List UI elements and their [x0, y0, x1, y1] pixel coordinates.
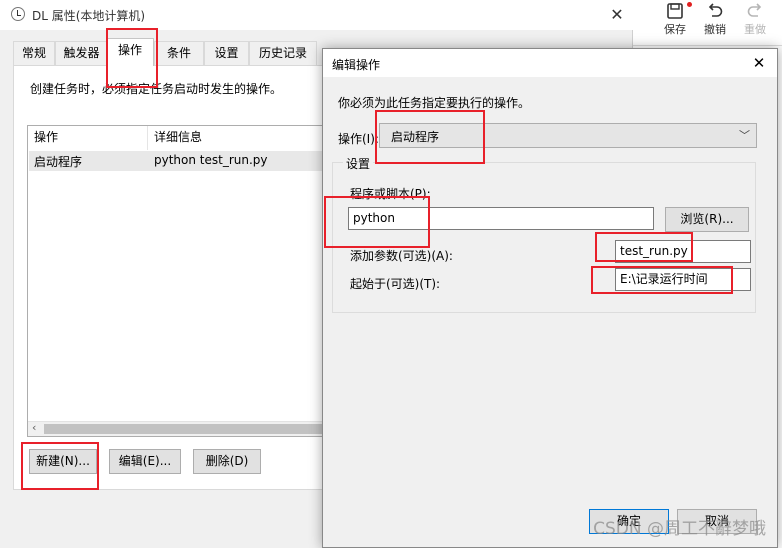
edit-action-dialog: 编辑操作 ✕ 你必须为此任务指定要执行的操作。 操作(I): 启动程序 ﹀ 设置… — [322, 48, 778, 548]
undo-button[interactable]: 撤销 — [695, 2, 735, 37]
tab-triggers[interactable]: 触发器 — [55, 41, 108, 65]
row-detail-cell: python test_run.py — [154, 153, 268, 167]
window-titlebar: DL 属性(本地计算机) ✕ — [0, 0, 633, 30]
dialog-description: 你必须为此任务指定要执行的操作。 — [338, 96, 531, 110]
save-label: 保存 — [664, 23, 686, 36]
program-label: 程序或脚本(P): — [350, 187, 431, 201]
action-label: 操作(I): — [338, 132, 379, 146]
editor-toolbar: 保存 撤销 重做 — [632, 0, 782, 46]
horizontal-scrollbar[interactable]: ‹ — [28, 421, 330, 436]
clock-icon — [11, 7, 25, 21]
chevron-down-icon: ﹀ — [739, 129, 750, 142]
row-action-cell: 启动程序 — [34, 155, 83, 169]
action-select-value: 启动程序 — [391, 130, 440, 144]
edit-action-button[interactable]: 编辑(E)... — [109, 449, 181, 474]
scrollbar-thumb[interactable] — [44, 424, 330, 434]
program-input[interactable]: python — [348, 207, 654, 230]
dialog-title: 编辑操作 — [332, 58, 381, 72]
dialog-titlebar: 编辑操作 ✕ — [323, 49, 777, 77]
column-header-detail[interactable]: 详细信息 — [148, 126, 330, 150]
tab-general[interactable]: 常规 — [13, 41, 55, 65]
actions-list[interactable]: 操作 详细信息 启动程序 python test_run.py ‹ — [27, 125, 331, 437]
new-action-button[interactable]: 新建(N)... — [29, 449, 97, 474]
tab-history[interactable]: 历史记录 — [249, 41, 317, 65]
start-in-input[interactable]: E:\记录运行时间 — [615, 268, 751, 291]
start-in-label: 起始于(可选)(T): — [350, 277, 441, 291]
arguments-input[interactable]: test_run.py — [615, 240, 751, 263]
delete-action-button[interactable]: 删除(D) — [193, 449, 261, 474]
arguments-label: 添加参数(可选)(A): — [350, 249, 453, 263]
scroll-left-icon[interactable]: ‹ — [32, 421, 36, 434]
tab-conditions[interactable]: 条件 — [154, 41, 204, 65]
close-icon[interactable]: ✕ — [749, 53, 769, 73]
browse-button[interactable]: 浏览(R)... — [665, 207, 749, 232]
watermark: CSDN @周工不辭梦哦 — [593, 519, 766, 539]
actions-description: 创建任务时，必须指定任务启动时发生的操作。 — [30, 82, 283, 96]
column-header-action[interactable]: 操作 — [28, 126, 148, 150]
tab-settings[interactable]: 设置 — [204, 41, 249, 65]
redo-icon — [747, 3, 762, 17]
action-select[interactable]: 启动程序 ﹀ — [379, 123, 757, 148]
close-icon[interactable]: ✕ — [608, 6, 626, 24]
tab-actions[interactable]: 操作 — [106, 38, 154, 66]
undo-icon — [708, 3, 723, 17]
window-title: DL 属性(本地计算机) — [32, 9, 146, 23]
settings-legend: 设置 — [343, 155, 374, 172]
notification-dot — [687, 2, 692, 7]
save-icon — [667, 3, 683, 19]
redo-label: 重做 — [744, 23, 766, 36]
save-button[interactable]: 保存 — [655, 2, 695, 37]
undo-label: 撤销 — [704, 23, 726, 36]
redo-button[interactable]: 重做 — [735, 2, 775, 37]
